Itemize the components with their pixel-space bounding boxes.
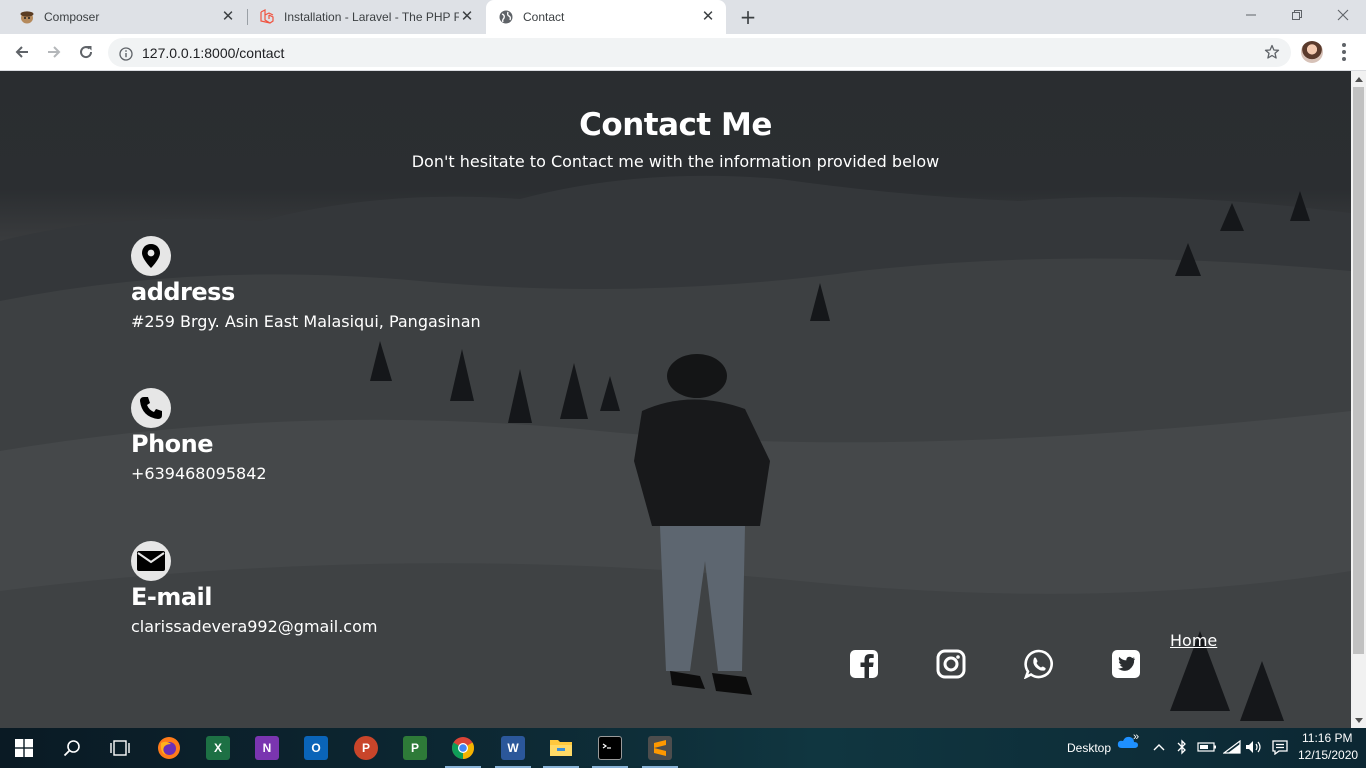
tab-title: Contact	[523, 10, 565, 24]
tab-title: Composer	[44, 10, 100, 24]
address-block: address #259 Brgy. Asin East Malasiqui, …	[131, 236, 481, 331]
page-viewport: Contact Me Don't hesitate to Contact me …	[0, 71, 1351, 728]
new-tab-button[interactable]: +	[736, 5, 760, 29]
outlook-icon[interactable]: O	[304, 736, 328, 760]
profile-avatar[interactable]	[1301, 41, 1323, 63]
map-pin-icon	[131, 236, 171, 276]
back-button[interactable]	[8, 38, 36, 66]
phone-value: +639468095842	[131, 464, 267, 483]
envelope-icon	[131, 541, 171, 581]
url-text: 127.0.0.1:8000/contact	[142, 44, 285, 61]
address-bar[interactable]: 127.0.0.1:8000/contact	[108, 38, 1291, 67]
tab-contact[interactable]: Contact ✕	[486, 0, 726, 34]
twitter-icon[interactable]	[1111, 649, 1141, 679]
sublime-icon[interactable]	[648, 736, 672, 760]
phone-icon	[131, 388, 171, 428]
composer-icon	[19, 9, 35, 25]
laravel-icon	[259, 9, 275, 25]
browser-menu-icon[interactable]	[1333, 41, 1355, 63]
search-icon[interactable]	[60, 736, 84, 760]
chrome-icon[interactable]	[451, 736, 475, 760]
phone-block: Phone +639468095842	[131, 388, 267, 483]
restore-button[interactable]	[1274, 0, 1320, 30]
page-title: Contact Me	[579, 107, 772, 143]
powerpoint-icon[interactable]: P	[354, 736, 378, 760]
close-window-button[interactable]	[1320, 0, 1366, 30]
tab-composer[interactable]: Composer ✕	[0, 0, 246, 34]
page-scrollbar[interactable]	[1351, 71, 1366, 728]
reload-button[interactable]	[72, 38, 100, 66]
email-block: E-mail clarissadevera992@gmail.com	[131, 541, 377, 636]
scroll-down-arrow-icon[interactable]	[1351, 713, 1366, 728]
desktop-toolbar-label[interactable]: Desktop	[1067, 741, 1111, 755]
wifi-icon[interactable]	[1222, 738, 1242, 756]
email-value: clarissadevera992@gmail.com	[131, 617, 378, 636]
word-icon[interactable]: W	[501, 736, 525, 760]
instagram-icon[interactable]	[936, 649, 966, 679]
show-more-chevron-icon[interactable]: »	[1133, 731, 1139, 743]
scrollbar-thumb[interactable]	[1353, 87, 1364, 654]
hidden-icons-up-arrow-icon[interactable]	[1150, 738, 1168, 756]
scroll-up-arrow-icon[interactable]	[1351, 71, 1366, 86]
browser-toolbar: 127.0.0.1:8000/contact	[0, 34, 1366, 71]
firefox-icon[interactable]	[157, 736, 181, 760]
forward-button[interactable]	[40, 38, 68, 66]
close-tab-icon[interactable]: ✕	[220, 9, 236, 25]
terminal-icon[interactable]	[598, 736, 622, 760]
windows-start-icon[interactable]	[12, 736, 36, 760]
volume-icon[interactable]	[1244, 738, 1264, 756]
clock-date[interactable]: 12/15/2020	[1298, 748, 1358, 762]
whatsapp-icon[interactable]	[1023, 649, 1054, 680]
address-heading: address	[131, 278, 235, 306]
battery-icon[interactable]	[1196, 738, 1218, 756]
minimize-button[interactable]	[1228, 0, 1274, 30]
tab-laravel[interactable]: Installation - Laravel - The PHP Fr ✕	[248, 0, 485, 34]
excel-icon[interactable]: X	[206, 736, 230, 760]
email-heading: E-mail	[131, 583, 213, 611]
address-value: #259 Brgy. Asin East Malasiqui, Pangasin…	[131, 312, 481, 331]
clock-time[interactable]: 11:16 PM	[1302, 731, 1352, 745]
task-view-icon[interactable]	[108, 736, 132, 760]
file-explorer-icon[interactable]	[549, 736, 573, 760]
action-center-icon[interactable]	[1270, 738, 1290, 756]
project-icon[interactable]: P	[403, 736, 427, 760]
bluetooth-icon[interactable]	[1174, 737, 1190, 757]
home-link[interactable]: Home	[1170, 631, 1217, 650]
close-tab-icon[interactable]: ✕	[700, 9, 716, 25]
site-info-icon[interactable]	[119, 46, 133, 61]
page-subtitle: Don't hesitate to Contact me with the in…	[411, 152, 940, 171]
browser-tab-strip: Composer ✕ Installation - Laravel - The …	[0, 0, 1366, 34]
close-tab-icon[interactable]: ✕	[459, 9, 475, 25]
onenote-icon[interactable]: N	[255, 736, 279, 760]
globe-icon	[498, 9, 514, 25]
facebook-icon[interactable]	[849, 649, 879, 679]
phone-heading: Phone	[131, 430, 214, 458]
windows-taskbar: X N O P P W Desktop » 11:16 PM 12/15/202…	[0, 728, 1366, 768]
tab-title: Installation - Laravel - The PHP Fr	[284, 10, 459, 24]
bookmark-star-icon[interactable]	[1264, 44, 1280, 60]
